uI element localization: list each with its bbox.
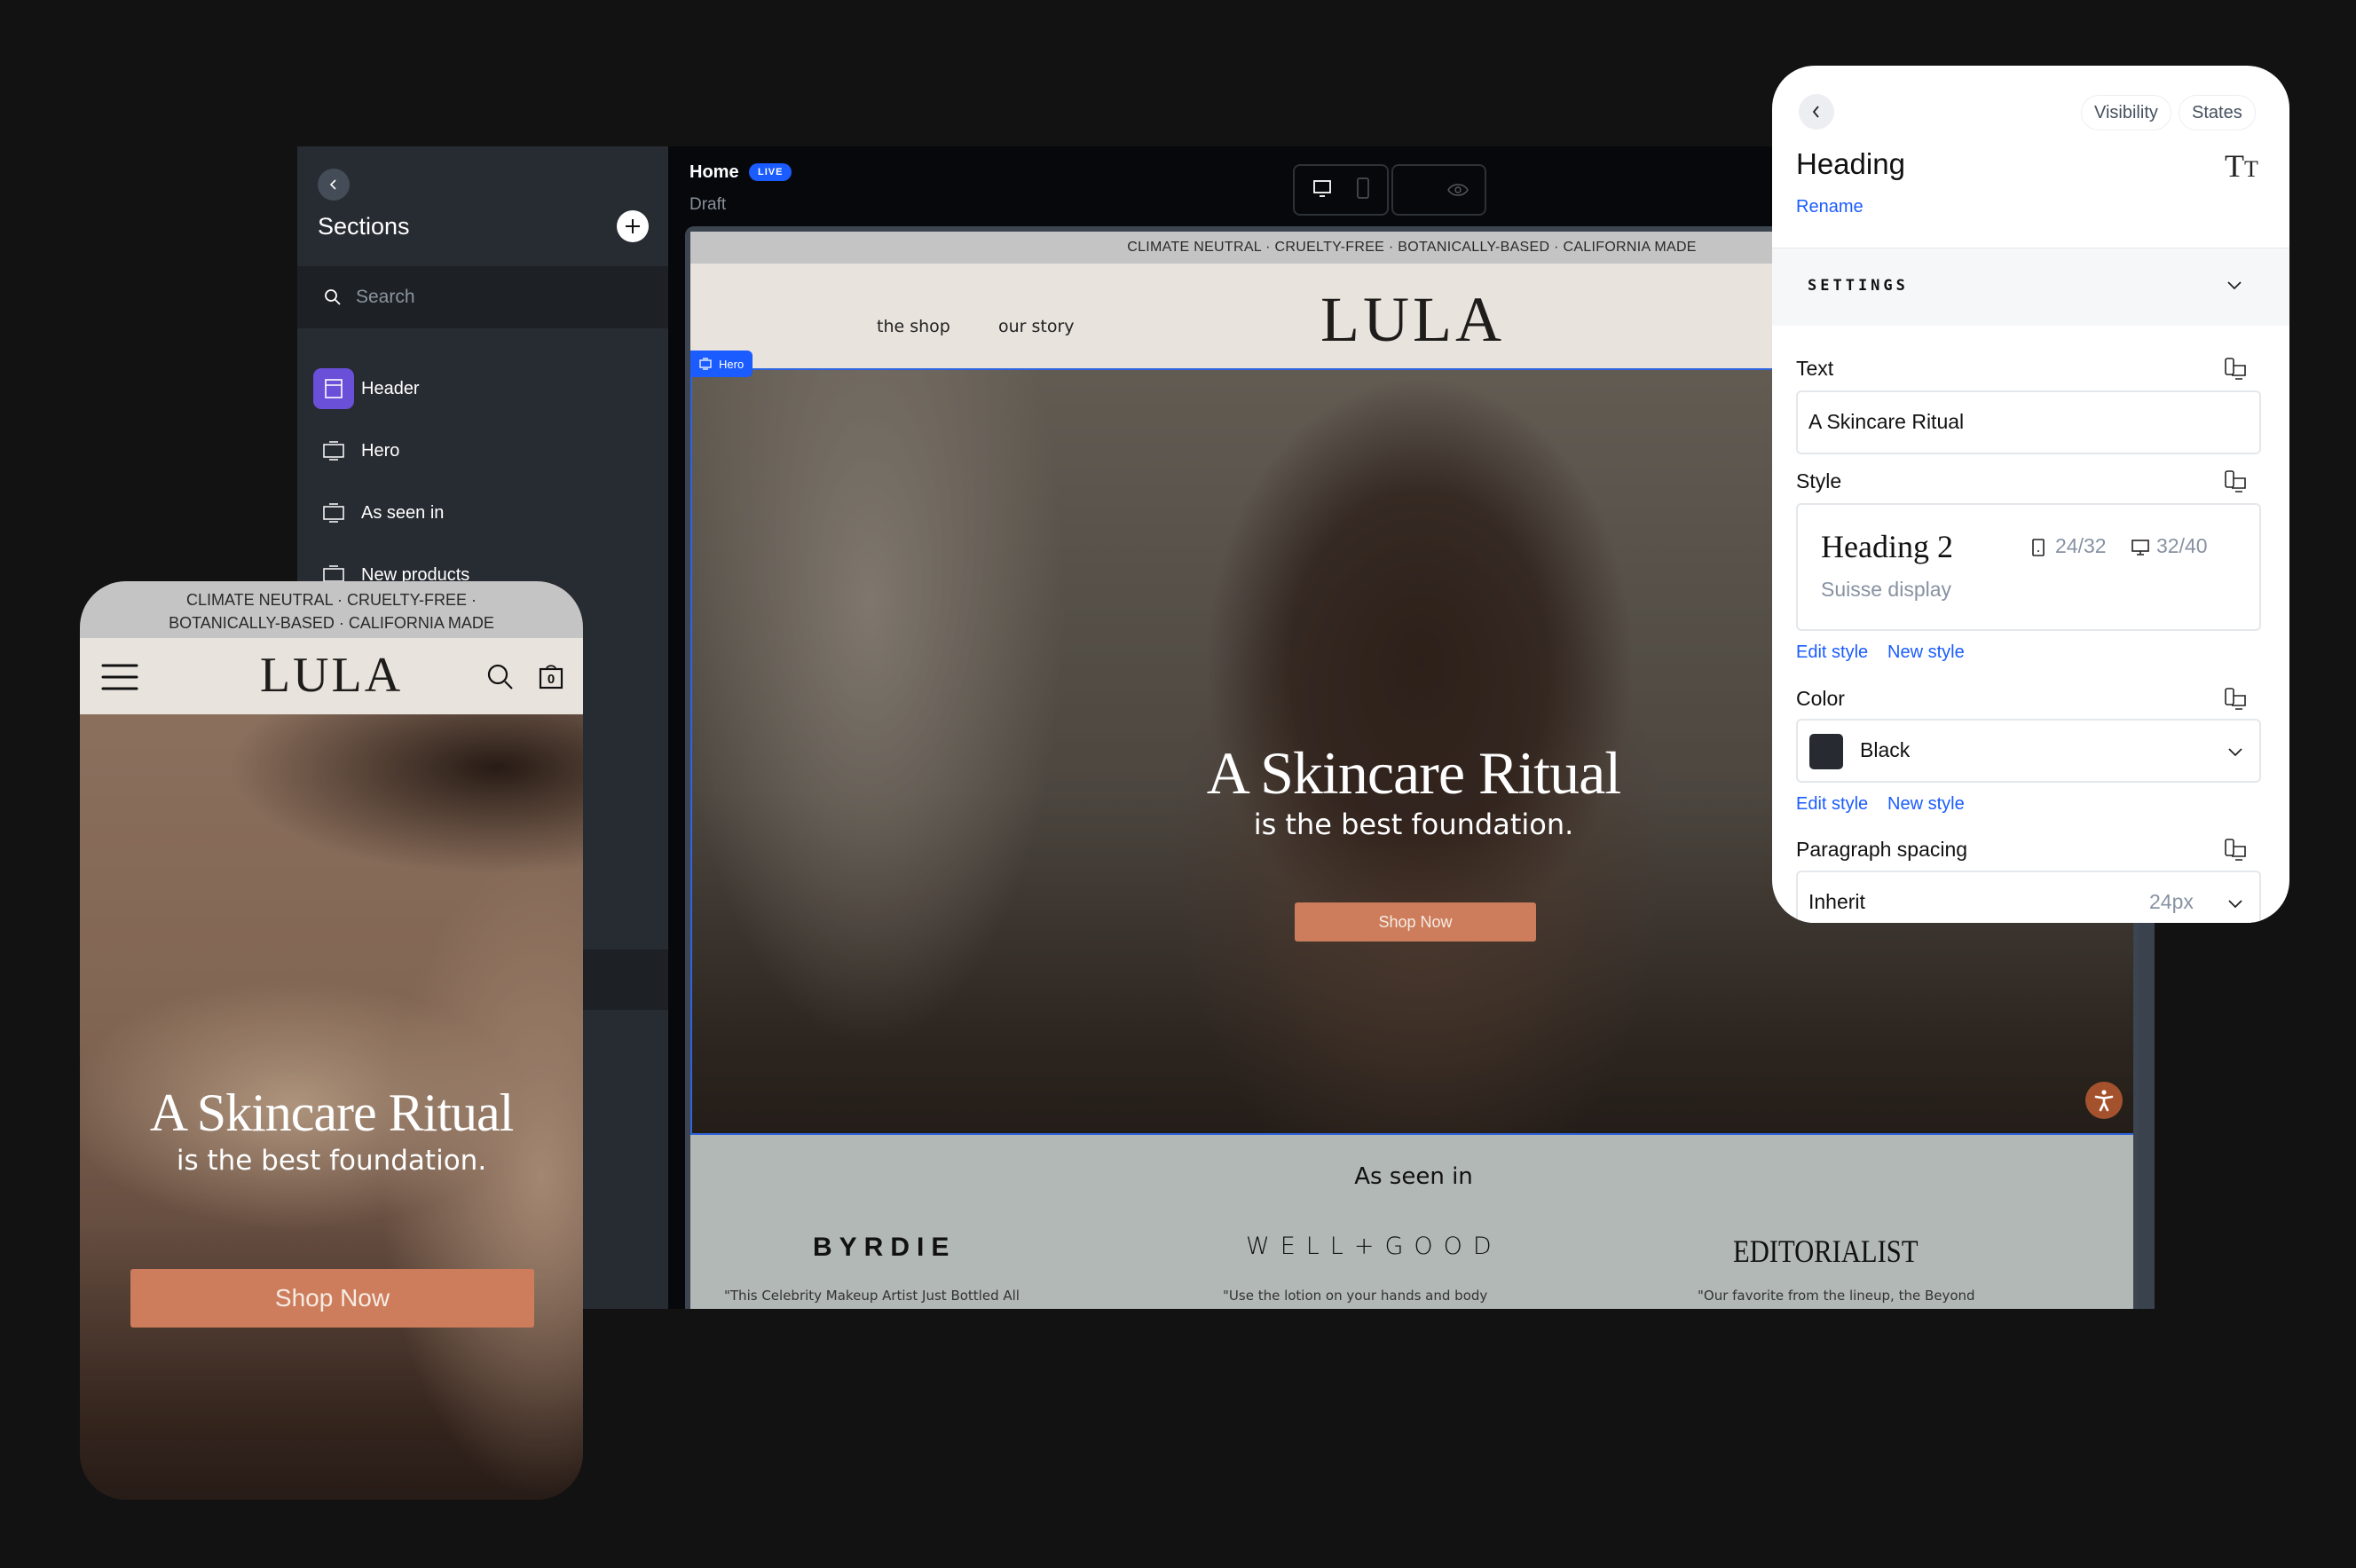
as-seen-in-title: As seen in xyxy=(1354,1163,1473,1190)
responsive-sync-icon[interactable] xyxy=(2223,357,2248,382)
section-icon xyxy=(699,358,712,370)
desktop-view-button[interactable] xyxy=(1312,178,1332,202)
nav-link-shop[interactable]: the shop xyxy=(877,317,950,336)
color-swatch xyxy=(1809,734,1843,769)
sidebar-item-as-seen-in[interactable]: As seen in xyxy=(313,492,444,533)
tab-visibility[interactable]: Visibility xyxy=(2081,95,2171,130)
edit-style-link[interactable]: Edit style xyxy=(1796,794,1868,815)
chevron-left-icon xyxy=(329,179,336,190)
section-icon xyxy=(323,503,344,523)
text-input-value: A Skincare Ritual xyxy=(1808,410,1965,433)
sidebar-item-hero[interactable]: Hero xyxy=(313,430,399,471)
cart-button[interactable]: 0 xyxy=(539,663,563,689)
sidebar-item-label: Header xyxy=(361,378,420,398)
brand-logo-wellgood: WELL+GOOD xyxy=(1246,1233,1502,1260)
back-button[interactable] xyxy=(318,169,350,201)
mobile-icon xyxy=(1357,177,1369,199)
sidebar-title: Sections xyxy=(318,213,410,240)
spacing-px: 24px xyxy=(2149,890,2194,913)
settings-panel: Visibility States Heading TT Rename SETT… xyxy=(1772,66,2289,923)
responsive-sync-icon[interactable] xyxy=(2223,838,2248,863)
accessibility-icon xyxy=(2094,1090,2114,1112)
mobile-shop-now-button[interactable]: Shop Now xyxy=(130,1269,534,1328)
add-section-button[interactable] xyxy=(617,210,649,242)
style-mobile-size: 24/32 xyxy=(2055,534,2107,557)
color-dropdown[interactable]: Black xyxy=(1796,719,2261,783)
text-type-icon: TT xyxy=(2225,148,2258,184)
brand-quote: "Our favorite from the lineup, the Beyon… xyxy=(1698,1288,1975,1304)
mobile-hero-heading[interactable]: A Skincare Ritual xyxy=(80,1083,583,1144)
device-toggle xyxy=(1293,164,1389,216)
style-font-name: Suisse display xyxy=(1821,578,1952,601)
back-button[interactable] xyxy=(1799,94,1834,130)
plus-icon xyxy=(626,219,640,233)
section-tag-label: Hero xyxy=(719,357,745,371)
status-badge: LIVE xyxy=(749,163,792,181)
as-seen-in-section[interactable]: As seen in BYRDIE WELL+GOOD EDITORIALIST… xyxy=(690,1135,2133,1309)
sidebar-item-header[interactable]: Header xyxy=(313,368,420,409)
search-icon[interactable] xyxy=(486,663,515,691)
page-name[interactable]: Home xyxy=(689,162,739,183)
edit-style-link[interactable]: Edit style xyxy=(1796,642,1868,663)
mobile-icon xyxy=(2032,539,2045,556)
accessibility-button[interactable] xyxy=(2085,1082,2123,1119)
text-input[interactable]: A Skincare Ritual xyxy=(1796,390,2261,454)
panel-title: Heading xyxy=(1796,147,1905,180)
page-state: Draft xyxy=(689,195,727,214)
announcement-line: BOTANICALLY-BASED · CALIFORNIA MADE xyxy=(169,614,494,632)
cart-count: 0 xyxy=(547,672,556,687)
mobile-hero-subheading[interactable]: is the best foundation. xyxy=(80,1145,583,1177)
mobile-header: LULA 0 xyxy=(80,638,583,714)
section-icon xyxy=(323,441,344,461)
mobile-view-button[interactable] xyxy=(1357,177,1369,203)
style-desktop-size: 32/40 xyxy=(2156,534,2208,557)
color-label: Color xyxy=(1796,687,1845,710)
search-placeholder: Search xyxy=(356,287,415,307)
color-value: Black xyxy=(1860,738,1911,761)
site-logo[interactable]: LULA xyxy=(1320,283,1505,357)
sidebar-item-label: As seen in xyxy=(361,502,445,523)
settings-accordion-label: SETTINGS xyxy=(1808,277,1909,295)
brand-quote: "Use the lotion on your hands and body xyxy=(1223,1288,1488,1304)
selected-section-tag[interactable]: Hero xyxy=(690,351,753,377)
chevron-down-icon xyxy=(2228,900,2242,909)
brand-logo-editorialist: EDITORIALIST xyxy=(1733,1233,1919,1269)
header-layout-icon xyxy=(325,379,343,398)
responsive-sync-icon[interactable] xyxy=(2223,687,2248,712)
paragraph-spacing-label: Paragraph spacing xyxy=(1796,838,1968,861)
style-name: Heading 2 xyxy=(1821,529,1953,564)
desktop-icon xyxy=(1313,179,1331,197)
style-selector[interactable]: Heading 2 24/32 32/40 Suisse display xyxy=(1796,503,2261,631)
mobile-announcement-bar[interactable]: CLIMATE NEUTRAL · CRUELTY-FREE · BOTANIC… xyxy=(80,581,583,638)
mobile-preview: CLIMATE NEUTRAL · CRUELTY-FREE · BOTANIC… xyxy=(80,581,583,1500)
nav-link-story[interactable]: our story xyxy=(998,317,1075,336)
chevron-down-icon xyxy=(2228,748,2242,757)
chevron-down-icon xyxy=(2227,281,2242,290)
tab-states[interactable]: States xyxy=(2179,95,2256,130)
announcement-line: CLIMATE NEUTRAL · CRUELTY-FREE · xyxy=(185,591,477,609)
settings-accordion[interactable]: SETTINGS xyxy=(1772,248,2289,326)
responsive-sync-icon[interactable] xyxy=(2223,469,2248,494)
desktop-icon xyxy=(2131,540,2149,555)
style-label: Style xyxy=(1796,469,1842,492)
brand-logo-byrdie: BYRDIE xyxy=(813,1233,957,1262)
search-input[interactable]: Search xyxy=(297,266,668,328)
chevron-left-icon xyxy=(1812,106,1819,118)
paragraph-spacing-dropdown[interactable]: Inherit 24px xyxy=(1796,871,2261,923)
new-style-link[interactable]: New style xyxy=(1887,642,1965,663)
search-icon xyxy=(325,289,341,305)
eye-icon xyxy=(1447,184,1469,196)
shop-now-button[interactable]: Shop Now xyxy=(1295,902,1536,942)
spacing-value: Inherit xyxy=(1808,890,1865,913)
sidebar-item-label: Hero xyxy=(361,440,400,461)
preview-button[interactable] xyxy=(1391,164,1486,216)
text-label: Text xyxy=(1796,357,1834,380)
brand-quote: "This Celebrity Makeup Artist Just Bottl… xyxy=(724,1288,1020,1304)
new-style-link[interactable]: New style xyxy=(1887,794,1965,815)
rename-link[interactable]: Rename xyxy=(1796,197,1864,217)
